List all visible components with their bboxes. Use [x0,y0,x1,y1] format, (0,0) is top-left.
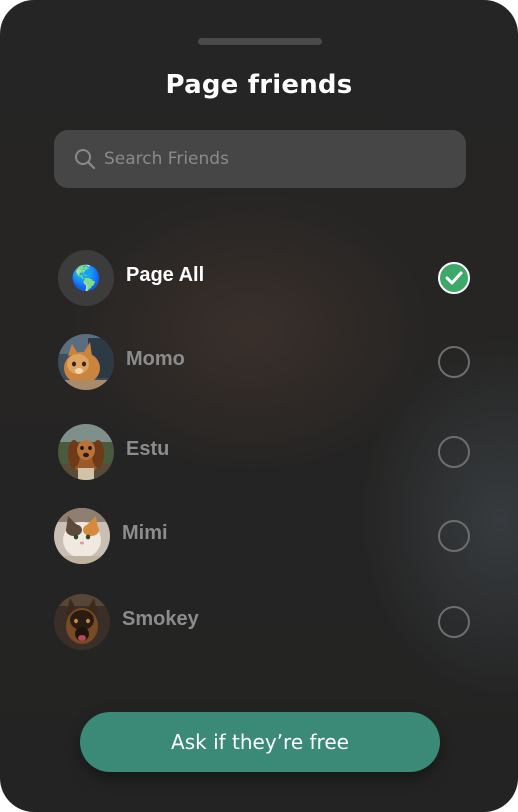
friend-row-page-all[interactable]: 🌎 Page All [54,250,474,308]
search-input[interactable] [104,139,466,179]
cat-avatar [58,334,114,390]
friends-sheet: Page friends 🌎 Page All [0,0,518,812]
checkbox-unselected-icon[interactable] [438,606,470,638]
search-icon [74,148,96,170]
friend-name: Momo [126,348,185,370]
friend-row-smokey[interactable]: Smokey [54,594,474,652]
friend-row-momo[interactable]: Momo [54,334,474,392]
friend-row-estu[interactable]: Estu [54,424,474,482]
sheet-title: Page friends [165,70,353,100]
cat-avatar [54,508,110,564]
dog-avatar [54,594,110,650]
friend-name: Smokey [122,608,199,630]
dog-avatar [58,424,114,480]
checkbox-unselected-icon[interactable] [438,520,470,552]
friend-name: Estu [126,438,170,460]
search-bar[interactable] [54,130,466,188]
ask-if-free-button[interactable]: Ask if they’re free [80,712,440,772]
friend-name: Page All [126,264,205,286]
drag-handle[interactable] [198,38,322,45]
checkmark-selected-icon[interactable] [438,262,470,294]
checkbox-unselected-icon[interactable] [438,346,470,378]
globe-icon: 🌎 [58,250,114,306]
friend-row-mimi[interactable]: Mimi [54,508,474,566]
friend-name: Mimi [122,522,168,544]
checkbox-unselected-icon[interactable] [438,436,470,468]
